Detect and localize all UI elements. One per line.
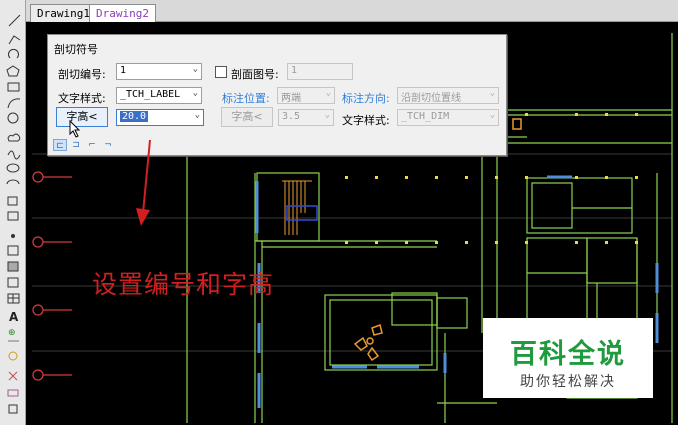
line-icon: [8, 14, 21, 27]
label-position-value: 两端: [281, 93, 301, 104]
hatch-icon: [7, 245, 19, 256]
text-style2-value: _TCH_DIM: [401, 111, 450, 122]
undo-arc-icon: [8, 49, 19, 59]
label-direction-value: 沿剖切位置线: [401, 93, 461, 104]
draw-toolbar: A ⊕: [0, 0, 26, 425]
polyline-section-mode-icon[interactable]: ⌐: [85, 139, 99, 151]
copy-icon: [8, 404, 18, 414]
draw-toolbar-icons: A ⊕: [6, 14, 21, 414]
add-selected-icon: ⊕: [8, 328, 16, 338]
watermark-main-text: 百科全说: [510, 339, 626, 370]
text-style-label: 文字样式:: [58, 92, 106, 105]
drawing-tab-strip: Drawing1 Drawing2: [26, 0, 678, 22]
text-height-pick-button[interactable]: 字高<: [56, 107, 108, 127]
oblique-section-mode-icon[interactable]: ⊐: [69, 139, 83, 151]
arc-icon: [7, 98, 21, 109]
block-make-icon: [7, 211, 19, 221]
lamp-icon: [8, 351, 18, 361]
text-style2-select[interactable]: _TCH_DIM ⌄: [397, 109, 499, 126]
circle-icon: [7, 112, 19, 124]
block-insert-icon: [7, 196, 18, 206]
cloud-icon: [7, 133, 21, 142]
text-style2-label: 文字样式:: [342, 114, 390, 127]
chevron-down-icon: ⌄: [192, 88, 198, 98]
text-height2-pick-button[interactable]: 字高<: [221, 107, 273, 127]
section-symbol-dialog: 剖切符号 剖切编号: 1 ⌄ 剖面图号: 1 文字样式: _TCH_LABEL …: [47, 34, 507, 156]
text-height2-value: 3.5: [282, 111, 301, 122]
gradient-icon: [7, 261, 19, 272]
dialog-title: 剖切符号: [54, 43, 98, 56]
instruction-annotation: 设置编号和字高: [92, 270, 275, 299]
watermark-logo: 百科全说 助你轻松解决: [483, 318, 653, 398]
section-drawing-input[interactable]: 1: [287, 63, 353, 80]
region-icon: [7, 277, 19, 288]
section-number-value: 1: [120, 65, 127, 76]
label-position-select[interactable]: 两端 ⌄: [277, 87, 335, 104]
text-style-value: _TCH_LABEL: [120, 89, 181, 100]
tab-drawing2[interactable]: Drawing2: [89, 4, 156, 22]
polyline-icon: [8, 35, 21, 45]
text-style-select[interactable]: _TCH_LABEL ⌄: [116, 87, 202, 104]
ellipse-arc-icon: [6, 179, 20, 185]
chevron-down-icon: ⌄: [194, 110, 200, 120]
point-icon: [11, 234, 15, 238]
section-number-select[interactable]: 1 ⌄: [116, 63, 202, 80]
mouse-cursor-icon: [69, 120, 81, 138]
section-drawing-label: 剖面图号:: [231, 68, 279, 81]
text-height-select[interactable]: 20.0 ⌄: [116, 109, 204, 126]
axis-markers: [32, 171, 72, 381]
label-position-label: 标注位置:: [222, 92, 270, 105]
red-arrow-annotation: [136, 139, 151, 226]
spline-icon: [7, 150, 21, 160]
text-height-value: 20.0: [120, 111, 149, 122]
text-icon: A: [9, 310, 19, 324]
step-section-mode-icon[interactable]: ¬: [101, 139, 115, 151]
chevron-down-icon: ⌄: [192, 64, 198, 74]
scissors-icon: [8, 371, 18, 381]
text-height2-select[interactable]: 3.5 ⌄: [278, 109, 334, 126]
label-direction-select[interactable]: 沿剖切位置线 ⌄: [397, 87, 499, 104]
tab-drawing1[interactable]: Drawing1: [30, 4, 97, 22]
chevron-down-icon: ⌄: [324, 110, 330, 120]
watermark-sub-text: 助你轻松解决: [520, 374, 616, 390]
section-drawing-value: 1: [291, 65, 298, 76]
label-direction-label: 标注方向:: [342, 92, 390, 105]
chevron-down-icon: ⌄: [325, 88, 331, 98]
chevron-down-icon: ⌄: [489, 110, 495, 120]
chevron-down-icon: ⌄: [489, 88, 495, 98]
section-number-label: 剖切编号:: [58, 68, 106, 81]
rectangle-icon: [7, 82, 20, 92]
section-drawing-checkbox[interactable]: [215, 66, 227, 78]
eraser-icon: [7, 389, 19, 397]
ellipse-icon: [6, 163, 20, 173]
polygon-icon: [6, 65, 20, 77]
orthogonal-section-mode-icon[interactable]: ⊏: [53, 139, 67, 151]
